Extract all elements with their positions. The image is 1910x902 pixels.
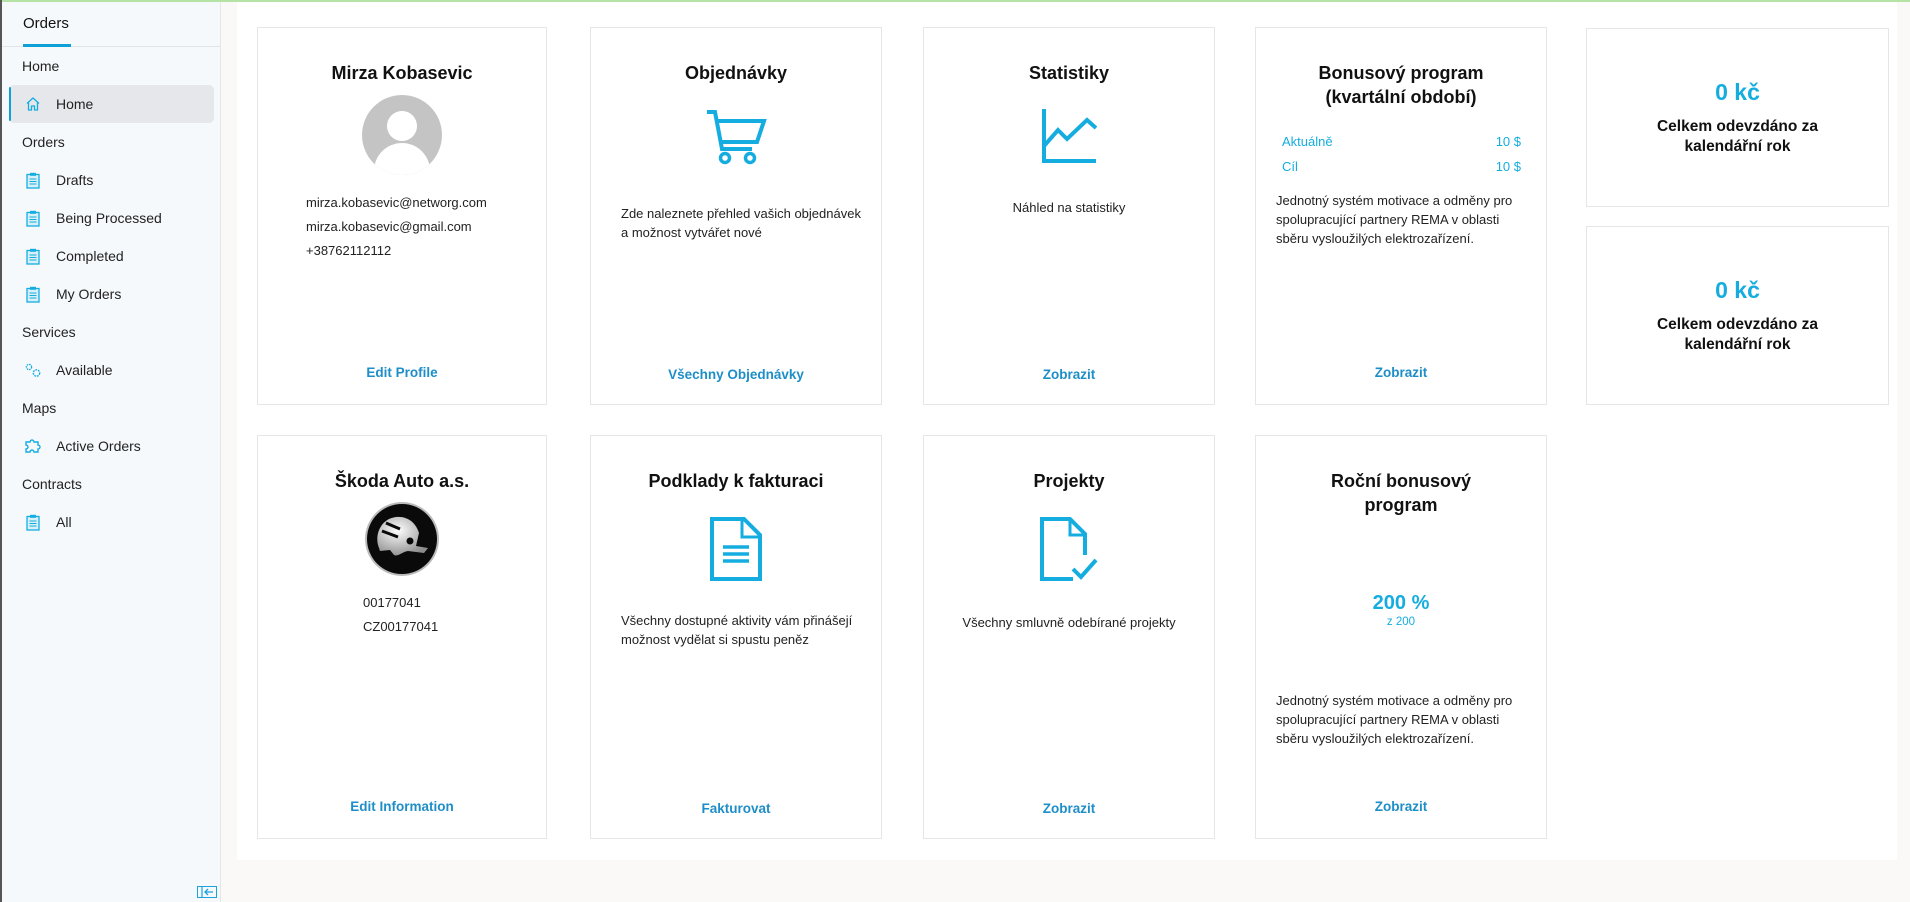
total-amount: 0 kč <box>1715 79 1760 105</box>
clipboard-icon <box>24 513 42 531</box>
cart-icon <box>707 110 767 165</box>
invoicing-card: Podklady k fakturaci Všechny dostupné ak… <box>590 435 882 839</box>
clipboard-icon <box>24 285 42 303</box>
clipboard-icon <box>24 247 42 265</box>
bonus-percent: 200 % <box>1372 592 1430 614</box>
bonus-quarterly-card: Bonusový program (kvartální období) Aktu… <box>1255 27 1547 405</box>
bonus-yearly-card: Roční bonusový program 200 % z 200 Jedno… <box>1255 435 1547 839</box>
title-line: program <box>1364 495 1438 515</box>
bonus-quarterly-title: Bonusový program (kvartální období) <box>1256 61 1546 109</box>
orders-title: Objednávky <box>684 63 788 83</box>
sidebar-group-orders: Orders <box>22 134 65 150</box>
profile-name: Mirza Kobasevic <box>331 63 473 83</box>
total-amount: 0 kč <box>1715 277 1760 303</box>
sidebar-item-label: Active Orders <box>56 438 141 454</box>
clipboard-icon <box>24 171 42 189</box>
projects-show-link[interactable]: Zobrazit <box>924 801 1214 816</box>
sidebar-group-maps: Maps <box>22 400 57 416</box>
bonus-of-total: z 200 <box>1386 616 1416 628</box>
skoda-logo <box>365 502 439 576</box>
statistics-show-link[interactable]: Zobrazit <box>924 367 1214 382</box>
document-check-icon <box>1040 517 1098 581</box>
title-line: Roční bonusový <box>1330 471 1471 491</box>
sidebar-item-label: My Orders <box>56 286 122 302</box>
title-line: Bonusový program <box>1318 63 1484 83</box>
total-label: Celkem odevzdáno za kalendářní rok <box>1656 316 1819 353</box>
title-line: (kvartální období) <box>1325 87 1477 107</box>
company-vat: CZ00177041 <box>363 619 439 634</box>
company-card: Škoda Auto a.s. 00177041 CZ00177041 Edit… <box>257 435 547 839</box>
document-icon <box>710 517 762 581</box>
bonus-target-row: Cíl 10 $ <box>1282 154 1521 179</box>
sidebar-item-available[interactable]: Available <box>9 351 214 389</box>
statistics-card: Statistiky Náhled na statistiky Zobrazit <box>923 27 1215 405</box>
statistics-title: Statistiky <box>1028 63 1110 83</box>
home-icon <box>24 95 42 113</box>
total-year-card-2: 0 kč Celkem odevzdáno za kalendářní rok <box>1586 226 1889 405</box>
bonus-yearly-show-link[interactable]: Zobrazit <box>1256 799 1546 814</box>
company-id: 00177041 <box>363 595 421 610</box>
sidebar-group-home: Home <box>22 58 60 74</box>
profile-email-personal: mirza.kobasevic@gmail.com <box>306 219 472 234</box>
edit-profile-link[interactable]: Edit Profile <box>258 365 546 380</box>
profile-card: Mirza Kobasevic mirza.kobasevic@networg.… <box>257 27 547 405</box>
sidebar-item-completed[interactable]: Completed <box>9 237 214 275</box>
bonus-quarterly-show-link[interactable]: Zobrazit <box>1256 365 1546 380</box>
avatar <box>362 95 442 175</box>
profile-phone: +38762112112 <box>306 243 392 258</box>
total-label: Celkem odevzdáno za kalendářní rok <box>1656 118 1819 155</box>
collapse-sidebar-button[interactable] <box>197 886 217 898</box>
invoice-link[interactable]: Fakturovat <box>591 801 881 816</box>
sidebar-item-all[interactable]: All <box>9 503 214 541</box>
projects-description: Všechny smluvně odebírané projekty <box>962 615 1176 630</box>
sidebar-item-label: All <box>56 514 72 530</box>
projects-title: Projekty <box>1033 471 1105 491</box>
chart-line-icon <box>1042 109 1097 163</box>
sidebar-item-drafts[interactable]: Drafts <box>9 161 214 199</box>
sidebar-item-label: Available <box>56 362 113 378</box>
sidebar-group-services: Services <box>22 324 76 340</box>
clipboard-icon <box>24 209 42 227</box>
gears-icon <box>24 361 42 379</box>
sidebar-item-home[interactable]: Home <box>9 85 214 123</box>
bonus-stats: Aktuálně 10 $ Cíl 10 $ <box>1282 129 1521 179</box>
sidebar-group-contracts: Contracts <box>22 476 82 492</box>
sidebar-item-label: Home <box>56 96 94 112</box>
puzzle-icon <box>24 437 42 455</box>
current-value: 10 $ <box>1495 134 1521 149</box>
all-orders-link[interactable]: Všechny Objednávky <box>591 367 881 382</box>
bonus-yearly-title: Roční bonusový program <box>1256 469 1546 517</box>
orders-description: Zde naleznete přehled vašich objednávek … <box>621 206 861 240</box>
target-label: Cíl <box>1282 159 1298 174</box>
current-label: Aktuálně <box>1282 134 1333 149</box>
profile-email-work: mirza.kobasevic@networg.com <box>306 195 487 210</box>
invoicing-description: Všechny dostupné aktivity vám přinášejí … <box>621 613 853 647</box>
statistics-description: Náhled na statistiky <box>1012 200 1126 215</box>
projects-card: Projekty Všechny smluvně odebírané proje… <box>923 435 1215 839</box>
sidebar-item-active-orders[interactable]: Active Orders <box>9 427 214 465</box>
bonus-quarterly-description: Jednotný systém motivace a odměny pro sp… <box>1276 193 1513 246</box>
invoicing-title: Podklady k fakturaci <box>648 471 824 491</box>
collapse-left-icon <box>201 887 213 897</box>
sidebar-tab-orders[interactable]: Orders <box>23 15 69 32</box>
sidebar-item-label: Completed <box>56 248 124 264</box>
sidebar-header: Orders <box>2 2 220 47</box>
target-value: 10 $ <box>1495 159 1521 174</box>
tab-underline <box>23 44 71 47</box>
orders-card: Objednávky Zde naleznete přehled vašich … <box>590 27 882 405</box>
sidebar-item-being-processed[interactable]: Being Processed <box>9 199 214 237</box>
total-year-card-1: 0 kč Celkem odevzdáno za kalendářní rok <box>1586 28 1889 207</box>
sidebar-item-my-orders[interactable]: My Orders <box>9 275 214 313</box>
dashboard: Mirza Kobasevic mirza.kobasevic@networg.… <box>237 2 1897 860</box>
sidebar-item-label: Drafts <box>56 172 94 188</box>
edit-information-link[interactable]: Edit Information <box>258 799 546 814</box>
bonus-yearly-description: Jednotný systém motivace a odměny pro sp… <box>1276 693 1513 746</box>
bonus-current-row: Aktuálně 10 $ <box>1282 129 1521 154</box>
company-name: Škoda Auto a.s. <box>334 471 470 491</box>
sidebar-item-label: Being Processed <box>56 210 162 226</box>
sidebar: Orders Home Home Orders Drafts Being Pro… <box>2 2 221 902</box>
